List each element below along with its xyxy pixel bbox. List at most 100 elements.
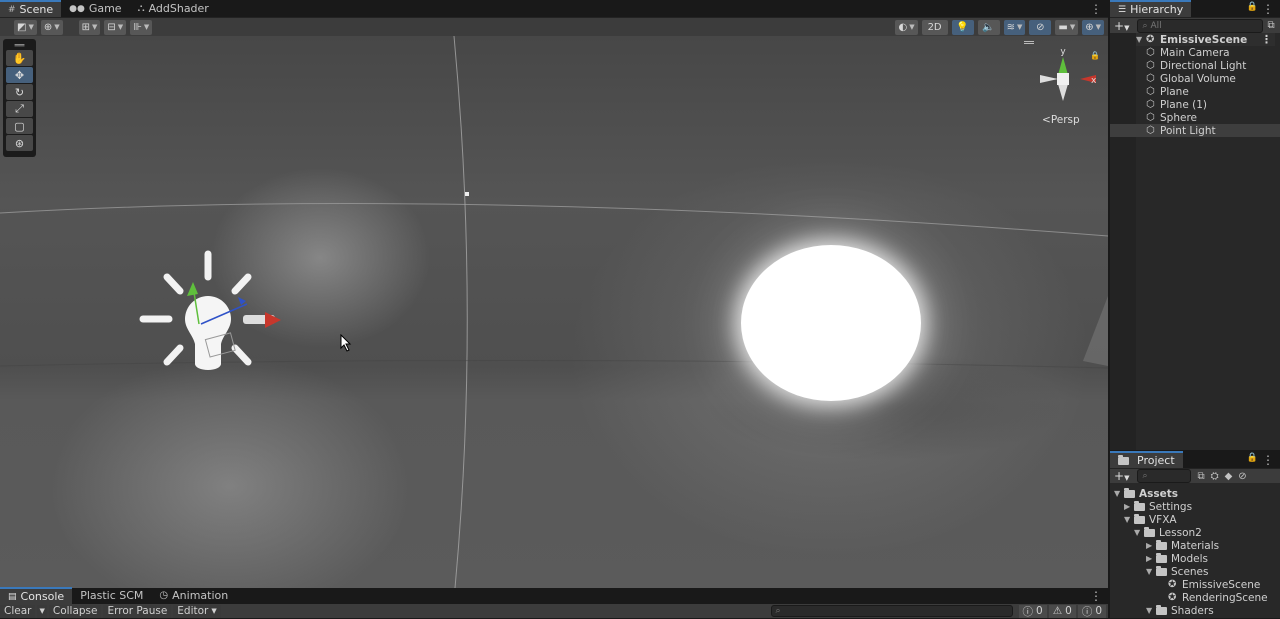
project-tree-materials[interactable]: ▶ Materials <box>1146 539 1219 552</box>
camera-settings-dropdown[interactable]: ▬ ▼ <box>1055 19 1079 35</box>
tab-game[interactable]: ●● Game <box>61 0 129 17</box>
project-tree-renderingscene[interactable]: ✪ RenderingScene <box>1168 591 1268 604</box>
folder-icon <box>1134 513 1145 524</box>
clear-options-dropdown[interactable]: ▼ <box>37 604 47 618</box>
console-icon: ▤ <box>8 591 17 602</box>
align-dropdown[interactable]: ⊪ ▼ <box>130 19 153 35</box>
clear-button[interactable]: Clear <box>0 604 36 618</box>
cube-icon: ⬡ <box>1146 98 1155 110</box>
grid-snapping-dropdown[interactable]: ⊞ ▼ <box>78 19 101 35</box>
more-options-icon[interactable]: ⋮ <box>1090 2 1102 16</box>
speaker-icon: 🔈 <box>982 21 995 33</box>
hidden-packages-icon[interactable]: ⊘ <box>1238 471 1246 482</box>
search-filter-icon[interactable]: ⧉ <box>1267 20 1274 31</box>
collapse-toggle[interactable]: Collapse <box>48 604 102 618</box>
tab-addshader[interactable]: ⛬ AddShader <box>130 0 217 17</box>
hand-tool-button[interactable]: ✋ <box>6 50 33 66</box>
hierarchy-item-plane-1[interactable]: ⬡ Plane (1) <box>1146 98 1276 111</box>
project-tree-vfxa[interactable]: ▼ VFXA <box>1124 513 1177 526</box>
hierarchy-search-input[interactable]: ⌕ All <box>1137 18 1264 33</box>
project-panel: +▼ ⌕ ⧉ ⛭ ◆ ⊘ ▼ Assets ▶ Settings ▼ VFXA ▼ Le… <box>1110 469 1280 618</box>
hierarchy-scene-row[interactable]: ▼ ✪ EmissiveScene ⋮ <box>1136 33 1275 46</box>
project-tree-shaders[interactable]: ▼ Shaders <box>1146 604 1214 617</box>
log-count-toggle[interactable]: ⓘ 0 <box>1077 604 1106 618</box>
tag-icon[interactable]: ◆ <box>1225 471 1233 482</box>
gizmos-dropdown[interactable]: ⊕ ▼ <box>1082 19 1104 35</box>
search-by-type-icon[interactable]: ⧉ <box>1197 471 1204 482</box>
hierarchy-item-global-volume[interactable]: ⬡ Global Volume <box>1146 72 1276 85</box>
project-lock-icon[interactable]: 🔒 <box>1247 453 1258 463</box>
mode-2d-toggle[interactable]: 2D <box>921 19 948 35</box>
tab-project[interactable]: Project <box>1110 451 1183 468</box>
tab-animation[interactable]: ◷ Animation <box>151 587 236 604</box>
project-tree-scenes[interactable]: ▼ Scenes <box>1146 565 1208 578</box>
audio-toggle[interactable]: 🔈 <box>977 19 1000 35</box>
rect-tool-button[interactable]: ▢ <box>6 118 33 134</box>
search-icon: ⌕ <box>775 606 781 616</box>
globe-icon: ⊕ <box>43 21 53 33</box>
unity-scene-icon: ✪ <box>1146 33 1155 45</box>
console-search-input[interactable]: ⌕ <box>770 605 1013 617</box>
project-create-button[interactable]: +▼ <box>1114 469 1129 483</box>
editor-dropdown[interactable]: Editor ▼ <box>173 604 221 618</box>
grid-snap-icon: ⊞ <box>81 21 91 33</box>
point-light-gizmo[interactable] <box>135 244 285 379</box>
gamepad-icon: ●● <box>69 3 85 14</box>
project-tree-settings[interactable]: ▶ Settings <box>1124 500 1192 513</box>
hidden-objects-toggle[interactable]: ⊘ <box>1029 19 1052 35</box>
animation-clock-icon: ◷ <box>159 590 169 601</box>
console-menu-icon[interactable]: ⋮ <box>1090 589 1102 603</box>
tab-console[interactable]: ▤ Console <box>0 587 73 604</box>
draw-mode-dropdown[interactable]: ◩ ▼ <box>14 19 37 35</box>
transform-tool-button[interactable]: ⊛ <box>6 135 33 151</box>
error-count-toggle[interactable]: ⓘ 0 <box>1018 604 1047 618</box>
warning-count-toggle[interactable]: ⚠ 0 <box>1048 604 1076 618</box>
hierarchy-gutter <box>1110 33 1136 450</box>
rotate-tool-button[interactable]: ↻ <box>6 84 33 100</box>
search-icon: ⌕ <box>1142 20 1148 31</box>
gizmo-lock-icon[interactable]: 🔒 <box>1090 51 1100 60</box>
caret-down-icon: ▼ <box>211 607 217 615</box>
scale-tool-button[interactable]: ⤢ <box>6 101 33 117</box>
cube-icon: ⬡ <box>1146 59 1155 71</box>
scene-menu-icon[interactable]: ⋮ <box>1261 33 1272 46</box>
create-plus-button[interactable]: +▼ <box>1114 19 1129 33</box>
hierarchy-item-sphere[interactable]: ⬡ Sphere <box>1146 111 1276 124</box>
hierarchy-item-main-camera[interactable]: ⬡ Main Camera <box>1146 46 1276 59</box>
effects-dropdown[interactable]: ≋ ▼ <box>1003 19 1026 35</box>
folder-icon <box>1144 526 1155 537</box>
global-local-dropdown[interactable]: ⊕ ▼ <box>40 19 63 35</box>
search-by-label-icon[interactable]: ⛭ <box>1211 471 1219 482</box>
rect-icon: ▢ <box>14 119 25 133</box>
project-tree-assets[interactable]: ▼ Assets <box>1114 487 1178 500</box>
increment-snapping-dropdown[interactable]: ⊟ ▼ <box>104 19 127 35</box>
tab-hierarchy[interactable]: ☰ Hierarchy <box>1110 0 1192 17</box>
render-mode-dropdown[interactable]: ◐ ▼ <box>895 19 918 35</box>
project-search-input[interactable]: ⌕ <box>1137 469 1192 483</box>
hierarchy-item-point-light[interactable]: ⬡ Point Light <box>1110 124 1280 137</box>
hierarchy-menu-icon[interactable]: ⋮ <box>1262 2 1274 16</box>
gizmo-handle-icon[interactable] <box>1024 41 1034 44</box>
sphere-shading-icon: ◐ <box>898 21 908 33</box>
cube-icon: ⬡ <box>1146 72 1155 84</box>
projection-toggle[interactable]: <Persp <box>1042 114 1080 126</box>
scene-viewport[interactable]: ══ ✋ ✥ ↻ ⤢ ▢ ⊛ y x 🔒 <Persp <box>0 36 1108 588</box>
hierarchy-lock-icon[interactable]: 🔒 <box>1247 2 1258 12</box>
project-menu-icon[interactable]: ⋮ <box>1262 453 1274 467</box>
project-tree-emissivescene[interactable]: ✪ EmissiveScene <box>1168 578 1260 591</box>
emissive-sphere[interactable] <box>741 245 921 401</box>
scale-icon: ⤢ <box>15 102 24 115</box>
tab-scene[interactable]: # Scene <box>0 0 62 17</box>
hierarchy-item-directional-light[interactable]: ⬡ Directional Light <box>1146 59 1276 72</box>
tab-plastic-scm[interactable]: Plastic SCM <box>72 587 151 604</box>
error-pause-toggle[interactable]: Error Pause <box>103 604 172 618</box>
move-tool-button[interactable]: ✥ <box>6 67 33 83</box>
hierarchy-panel: +▼ ⌕ All ⧉ ▼ ✪ EmissiveScene ⋮ ⬡ Main Cam… <box>1110 18 1280 450</box>
project-tree-models[interactable]: ▶ Models <box>1146 552 1208 565</box>
project-toolbar: +▼ ⌕ ⧉ ⛭ ◆ ⊘ <box>1110 469 1280 483</box>
eye-slash-icon: ⊘ <box>1036 21 1045 33</box>
palette-grip-icon[interactable]: ══ <box>6 41 33 50</box>
lighting-toggle[interactable]: 💡 <box>951 19 974 35</box>
hierarchy-item-plane[interactable]: ⬡ Plane <box>1146 85 1276 98</box>
project-tree-lesson2[interactable]: ▼ Lesson2 <box>1134 526 1202 539</box>
